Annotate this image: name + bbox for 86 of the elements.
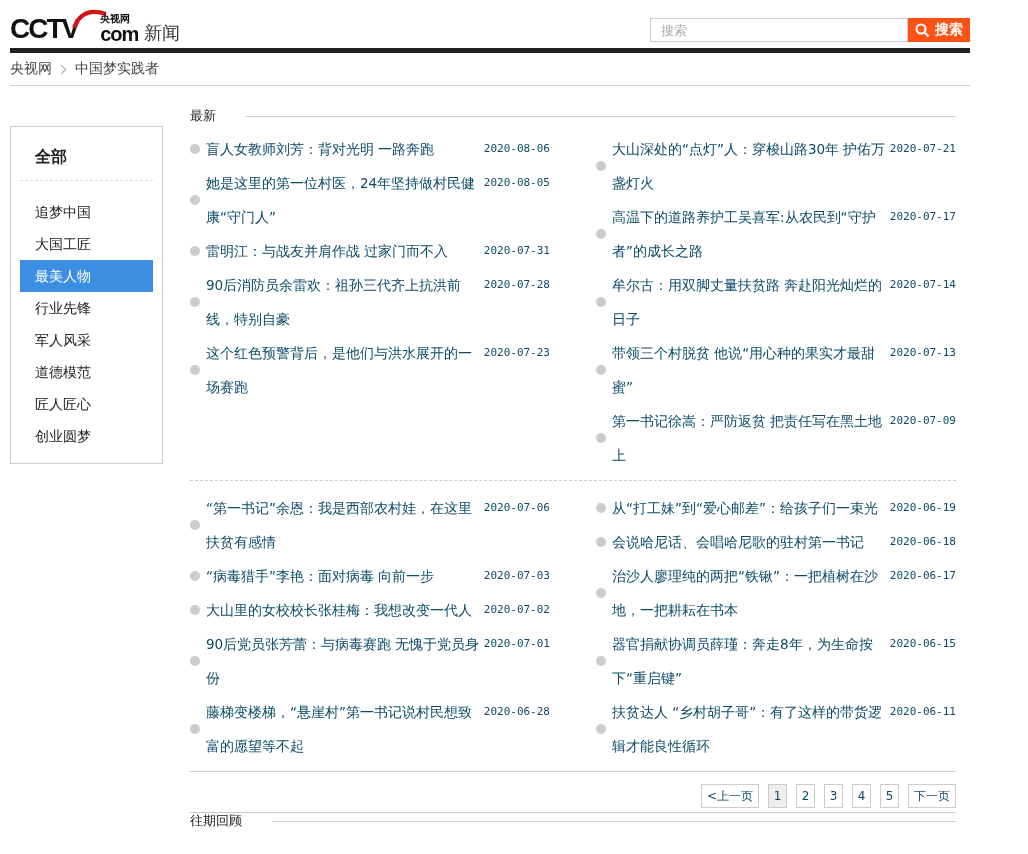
news-link[interactable]: 从“打工妹”到“爱心邮差”：给孩子们一束光 [612,491,890,525]
news-date: 2020-07-31 [483,243,550,259]
bullet-icon [190,656,200,666]
news-date: 2020-06-19 [889,500,956,516]
category-link[interactable]: 创业圆梦 [20,420,153,452]
bullet-icon [596,161,606,171]
category-link[interactable]: 匠人匠心 [20,388,153,420]
bullet-icon [596,656,606,666]
news-date: 2020-07-02 [483,602,550,618]
bullet-icon [596,537,606,547]
news-link[interactable]: 这个红色预警背后，是他们与洪水展开的一场赛跑 [206,336,484,404]
news-date: 2020-07-09 [889,413,956,429]
news-link[interactable]: 90后消防员余雷欢：祖孙三代齐上抗洪前线，特别自豪 [206,268,484,336]
bullet-icon [596,588,606,598]
news-link[interactable]: 治沙人廖理纯的两把“铁锹”：一把植树在沙地，一把耕耘在书本 [612,559,890,627]
category-link[interactable]: 军人风采 [20,324,153,356]
bullet-icon [190,605,200,615]
logo-site-name: 央视网 [100,13,132,24]
bullet-icon [596,724,606,734]
bullet-icon [190,297,200,307]
breadcrumb-link[interactable]: 央视网 [10,60,52,78]
news-link[interactable]: 她是这里的第一位村医，24年坚持做村民健康“守门人” [206,166,484,234]
page-number-button[interactable]: 4 [852,784,871,808]
bullet-icon [596,365,606,375]
section-title: 往期回顾 [190,812,242,830]
news-link[interactable]: 藤梯变楼梯，“悬崖村”第一书记说村民想致富的愿望等不起 [206,695,484,763]
breadcrumb-link[interactable]: 中国梦实践者 [75,60,159,78]
news-link[interactable]: 大山里的女校校长张桂梅：我想改变一代人 [206,593,484,627]
section-title: 最新 [190,107,216,125]
search-field[interactable]: 搜索 [650,18,908,42]
news-date: 2020-07-23 [483,345,550,361]
bullet-icon [190,571,200,581]
news-link[interactable]: 第一书记徐嵩：严防返贫 把责任写在黑土地上 [612,404,890,472]
news-date: 2020-07-06 [483,500,550,516]
news-date: 2020-08-06 [483,141,550,157]
category-link[interactable]: 大国工匠 [20,228,153,260]
news-link[interactable]: 盲人女教师刘芳：背对光明 一路奔跑 [206,132,484,166]
news-link[interactable]: 器官捐献协调员薛瑾：奔走8年，为生命按下“重启键” [612,627,890,695]
category-link[interactable]: 行业先锋 [20,292,153,324]
category-link[interactable]: 道德模范 [20,356,153,388]
chevron-right-icon [60,63,67,75]
news-date: 2020-06-28 [483,704,550,720]
news-link[interactable]: 高温下的道路养护工吴喜军:从农民到“守护者”的成长之路 [612,200,890,268]
logo-domain: com [100,24,139,44]
page-number-button[interactable]: 2 [796,784,815,808]
page-number-button[interactable]: 3 [824,784,843,808]
news-date: 2020-07-17 [889,209,956,225]
page-number-button[interactable]: 5 [880,784,899,808]
category-link[interactable]: 追梦中国 [20,196,153,228]
news-date: 2020-06-15 [889,636,956,652]
bullet-icon [190,144,200,154]
bullet-icon [190,520,200,530]
bullet-icon [596,229,606,239]
category-title: 全部 [20,127,153,181]
news-date: 2020-06-18 [889,534,956,550]
logo-wordmark[interactable]: CCTV [10,14,79,44]
news-date: 2020-07-21 [889,141,956,157]
page-number-button[interactable]: 1 [768,784,787,808]
next-page-button[interactable]: 下一页 [908,784,956,808]
bullet-icon [596,297,606,307]
news-link[interactable]: 牟尔古：用双脚丈量扶贫路 奔赴阳光灿烂的日子 [612,268,890,336]
bullet-icon [596,503,606,513]
news-link[interactable]: 90后党员张芳蕾：与病毒赛跑 无愧于党员身份 [206,627,484,695]
news-link[interactable]: 扶贫达人 “乡村胡子哥”：有了这样的带货逻辑才能良性循环 [612,695,890,763]
news-date: 2020-06-11 [889,704,956,720]
previous-page-button[interactable]: <上一页 [700,784,759,808]
news-link[interactable]: “第一书记”余恩：我是西部农村娃，在这里扶贫有感情 [206,491,484,559]
news-date: 2020-07-01 [483,636,550,652]
news-date: 2020-07-28 [483,277,550,293]
bullet-icon [190,195,200,205]
news-link[interactable]: “病毒猎手”李艳：面对病毒 向前一步 [206,559,484,593]
bullet-icon [190,365,200,375]
bullet-icon [596,433,606,443]
news-link[interactable]: 带领三个村脱贫 他说“用心种的果实才最甜蜜” [612,336,890,404]
news-link[interactable]: 雷明江：与战友并肩作战 过家门而不入 [206,234,484,268]
news-date: 2020-07-13 [889,345,956,361]
news-date: 2020-07-03 [483,568,550,584]
news-date: 2020-08-05 [483,175,550,191]
search-icon [915,22,930,38]
channel-name: 新闻 [144,22,181,44]
bullet-icon [190,724,200,734]
bullet-icon [190,246,200,256]
news-date: 2020-06-17 [889,568,956,584]
news-link[interactable]: 会说哈尼话、会唱哈尼歌的驻村第一书记 [612,525,890,559]
news-link[interactable]: 大山深处的“点灯”人：穿梭山路30年 护佑万盏灯火 [612,132,890,200]
news-date: 2020-07-14 [889,277,956,293]
